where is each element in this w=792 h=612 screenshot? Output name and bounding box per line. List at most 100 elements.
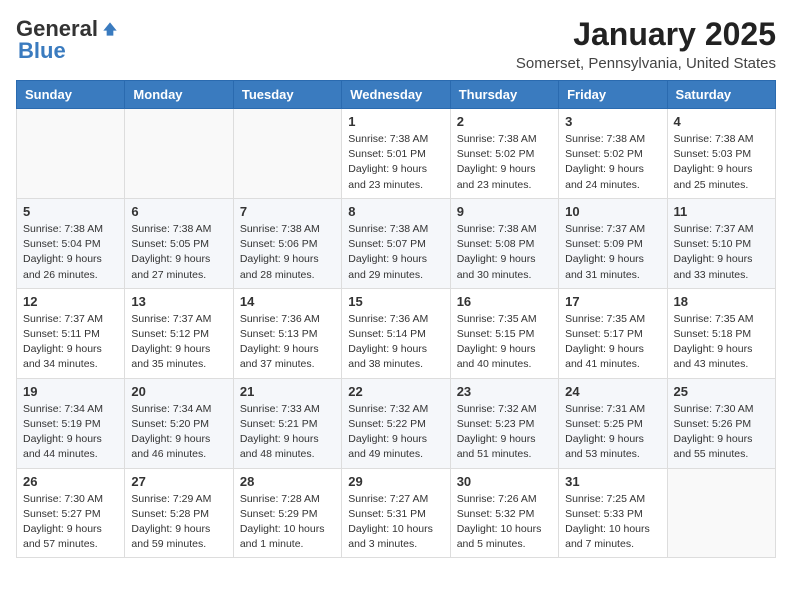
weekday-header-monday: Monday: [125, 81, 233, 109]
day-info: Sunrise: 7:37 AM Sunset: 5:11 PM Dayligh…: [23, 312, 118, 373]
calendar-cell: 22 Sunrise: 7:32 AM Sunset: 5:22 PM Dayli…: [342, 378, 450, 468]
calendar-cell: 20 Sunrise: 7:34 AM Sunset: 5:20 PM Dayli…: [125, 378, 233, 468]
day-info: Sunrise: 7:35 AM Sunset: 5:17 PM Dayligh…: [565, 312, 660, 373]
weekday-header-sunday: Sunday: [17, 81, 125, 109]
day-number: 14: [240, 294, 335, 309]
day-info: Sunrise: 7:38 AM Sunset: 5:04 PM Dayligh…: [23, 222, 118, 283]
calendar-cell: [233, 109, 341, 199]
day-number: 11: [674, 204, 769, 219]
calendar-cell: 28Sunrise: 7:28 AM Sunset: 5:29 PM Dayli…: [233, 468, 341, 558]
day-number: 5: [23, 204, 118, 219]
calendar-cell: 5 Sunrise: 7:38 AM Sunset: 5:04 PM Daylig…: [17, 198, 125, 288]
day-info: Sunrise: 7:38 AM Sunset: 5:02 PM Dayligh…: [565, 132, 660, 193]
day-info: Sunrise: 7:32 AM Sunset: 5:22 PM Dayligh…: [348, 402, 443, 463]
day-number: 25: [674, 384, 769, 399]
day-info: Sunrise: 7:37 AM Sunset: 5:10 PM Dayligh…: [674, 222, 769, 283]
day-number: 17: [565, 294, 660, 309]
calendar-header: SundayMondayTuesdayWednesdayThursdayFrid…: [17, 81, 776, 109]
calendar-week-1: 1Sunrise: 7:38 AM Sunset: 5:01 PM Daylig…: [17, 109, 776, 199]
day-number: 31: [565, 474, 660, 489]
calendar-cell: 12 Sunrise: 7:37 AM Sunset: 5:11 PM Dayli…: [17, 288, 125, 378]
day-info: Sunrise: 7:32 AM Sunset: 5:23 PM Dayligh…: [457, 402, 552, 463]
day-number: 16: [457, 294, 552, 309]
weekday-header-saturday: Saturday: [667, 81, 775, 109]
day-number: 9: [457, 204, 552, 219]
calendar-cell: 19Sunrise: 7:34 AM Sunset: 5:19 PM Dayli…: [17, 378, 125, 468]
day-info: Sunrise: 7:27 AM Sunset: 5:31 PM Dayligh…: [348, 492, 443, 553]
calendar-cell: [667, 468, 775, 558]
day-number: 3: [565, 114, 660, 129]
calendar-cell: 18 Sunrise: 7:35 AM Sunset: 5:18 PM Dayli…: [667, 288, 775, 378]
calendar-cell: 3 Sunrise: 7:38 AM Sunset: 5:02 PM Daylig…: [559, 109, 667, 199]
calendar-cell: 10Sunrise: 7:37 AM Sunset: 5:09 PM Dayli…: [559, 198, 667, 288]
calendar-cell: 23 Sunrise: 7:32 AM Sunset: 5:23 PM Dayli…: [450, 378, 558, 468]
calendar-cell: 4 Sunrise: 7:38 AM Sunset: 5:03 PM Daylig…: [667, 109, 775, 199]
calendar-cell: 8 Sunrise: 7:38 AM Sunset: 5:07 PM Daylig…: [342, 198, 450, 288]
day-info: Sunrise: 7:34 AM Sunset: 5:20 PM Dayligh…: [131, 402, 226, 463]
day-info: Sunrise: 7:26 AM Sunset: 5:32 PM Dayligh…: [457, 492, 552, 553]
calendar-cell: 13 Sunrise: 7:37 AM Sunset: 5:12 PM Dayli…: [125, 288, 233, 378]
day-info: Sunrise: 7:37 AM Sunset: 5:09 PM Dayligh…: [565, 222, 660, 283]
calendar-cell: 31 Sunrise: 7:25 AM Sunset: 5:33 PM Dayli…: [559, 468, 667, 558]
day-number: 18: [674, 294, 769, 309]
day-info: Sunrise: 7:25 AM Sunset: 5:33 PM Dayligh…: [565, 492, 660, 553]
day-number: 21: [240, 384, 335, 399]
day-info: Sunrise: 7:35 AM Sunset: 5:18 PM Dayligh…: [674, 312, 769, 373]
calendar-cell: 9 Sunrise: 7:38 AM Sunset: 5:08 PM Daylig…: [450, 198, 558, 288]
day-info: Sunrise: 7:38 AM Sunset: 5:08 PM Dayligh…: [457, 222, 552, 283]
day-number: 19: [23, 384, 118, 399]
location: Somerset, Pennsylvania, United States: [516, 55, 776, 72]
weekday-header-row: SundayMondayTuesdayWednesdayThursdayFrid…: [17, 81, 776, 109]
day-number: 29: [348, 474, 443, 489]
weekday-header-wednesday: Wednesday: [342, 81, 450, 109]
day-info: Sunrise: 7:36 AM Sunset: 5:14 PM Dayligh…: [348, 312, 443, 373]
day-number: 23: [457, 384, 552, 399]
day-info: Sunrise: 7:33 AM Sunset: 5:21 PM Dayligh…: [240, 402, 335, 463]
day-info: Sunrise: 7:38 AM Sunset: 5:06 PM Dayligh…: [240, 222, 335, 283]
calendar-cell: [17, 109, 125, 199]
weekday-header-tuesday: Tuesday: [233, 81, 341, 109]
logo: General Blue: [16, 16, 120, 64]
calendar-cell: 2Sunrise: 7:38 AM Sunset: 5:02 PM Daylig…: [450, 109, 558, 199]
logo-blue-text: Blue: [18, 38, 66, 63]
weekday-header-friday: Friday: [559, 81, 667, 109]
day-number: 28: [240, 474, 335, 489]
calendar-cell: 24Sunrise: 7:31 AM Sunset: 5:25 PM Dayli…: [559, 378, 667, 468]
day-number: 7: [240, 204, 335, 219]
calendar-cell: 21 Sunrise: 7:33 AM Sunset: 5:21 PM Dayli…: [233, 378, 341, 468]
day-info: Sunrise: 7:37 AM Sunset: 5:12 PM Dayligh…: [131, 312, 226, 373]
calendar-cell: 25 Sunrise: 7:30 AM Sunset: 5:26 PM Dayli…: [667, 378, 775, 468]
calendar-week-4: 19Sunrise: 7:34 AM Sunset: 5:19 PM Dayli…: [17, 378, 776, 468]
day-number: 26: [23, 474, 118, 489]
day-number: 8: [348, 204, 443, 219]
day-number: 20: [131, 384, 226, 399]
day-info: Sunrise: 7:30 AM Sunset: 5:27 PM Dayligh…: [23, 492, 118, 553]
day-info: Sunrise: 7:31 AM Sunset: 5:25 PM Dayligh…: [565, 402, 660, 463]
day-info: Sunrise: 7:38 AM Sunset: 5:07 PM Dayligh…: [348, 222, 443, 283]
day-number: 4: [674, 114, 769, 129]
title-area: January 2025 Somerset, Pennsylvania, Uni…: [516, 16, 776, 72]
day-number: 12: [23, 294, 118, 309]
day-number: 30: [457, 474, 552, 489]
calendar-cell: 14Sunrise: 7:36 AM Sunset: 5:13 PM Dayli…: [233, 288, 341, 378]
day-number: 13: [131, 294, 226, 309]
day-info: Sunrise: 7:38 AM Sunset: 5:03 PM Dayligh…: [674, 132, 769, 193]
calendar-table: SundayMondayTuesdayWednesdayThursdayFrid…: [16, 80, 776, 558]
calendar-cell: 29 Sunrise: 7:27 AM Sunset: 5:31 PM Dayli…: [342, 468, 450, 558]
calendar-week-3: 12 Sunrise: 7:37 AM Sunset: 5:11 PM Dayli…: [17, 288, 776, 378]
day-info: Sunrise: 7:30 AM Sunset: 5:26 PM Dayligh…: [674, 402, 769, 463]
calendar-cell: [125, 109, 233, 199]
calendar-cell: 26 Sunrise: 7:30 AM Sunset: 5:27 PM Dayli…: [17, 468, 125, 558]
calendar-cell: 1Sunrise: 7:38 AM Sunset: 5:01 PM Daylig…: [342, 109, 450, 199]
calendar-cell: 16Sunrise: 7:35 AM Sunset: 5:15 PM Dayli…: [450, 288, 558, 378]
month-title: January 2025: [516, 16, 776, 53]
day-number: 22: [348, 384, 443, 399]
day-info: Sunrise: 7:38 AM Sunset: 5:05 PM Dayligh…: [131, 222, 226, 283]
weekday-header-thursday: Thursday: [450, 81, 558, 109]
calendar-cell: 7 Sunrise: 7:38 AM Sunset: 5:06 PM Daylig…: [233, 198, 341, 288]
day-number: 15: [348, 294, 443, 309]
calendar-cell: 11 Sunrise: 7:37 AM Sunset: 5:10 PM Dayli…: [667, 198, 775, 288]
day-info: Sunrise: 7:38 AM Sunset: 5:01 PM Dayligh…: [348, 132, 443, 193]
calendar-cell: 30 Sunrise: 7:26 AM Sunset: 5:32 PM Dayli…: [450, 468, 558, 558]
day-info: Sunrise: 7:38 AM Sunset: 5:02 PM Dayligh…: [457, 132, 552, 193]
